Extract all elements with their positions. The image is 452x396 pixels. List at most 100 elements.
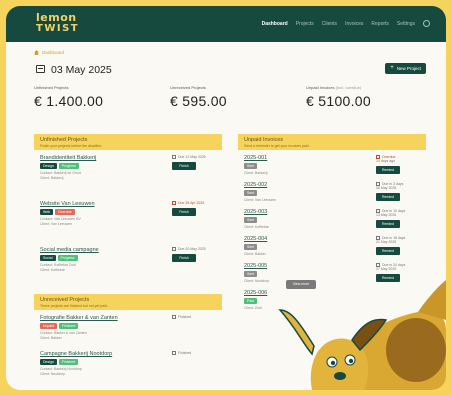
due-label: Finished xyxy=(178,351,192,355)
project-item: Website Van Leeuwen Web Overdue Contact:… xyxy=(34,201,222,247)
panel-header: Unfinished Projects Finish your projects… xyxy=(34,134,222,150)
brand-line-2: TWIST xyxy=(36,23,80,34)
nav-item-dashboard[interactable]: Dashboard xyxy=(262,21,288,27)
status-badge: Paid xyxy=(244,298,258,304)
due-date: Due 28 Apr 2025 xyxy=(172,201,204,205)
brand-logo[interactable]: lemon TWIST xyxy=(36,12,79,34)
stat-label: Unreceived Projects xyxy=(170,85,206,90)
breadcrumb: Dashboard xyxy=(34,50,424,55)
due-date: Finished xyxy=(172,315,191,319)
panel-subtitle: Finish your projects before the deadline… xyxy=(40,144,103,148)
due-sub: 14 days ago xyxy=(376,159,396,163)
panel-title: Unpaid Invoices xyxy=(244,137,284,143)
stat-unreceived: Unreceived Projects € 595.00 xyxy=(170,85,288,109)
nav-item-settings[interactable]: Settings xyxy=(397,21,415,27)
main-content: Dashboard 03 May 2025 + New Project Unfi… xyxy=(34,50,426,109)
nav-item-reports[interactable]: Reports xyxy=(371,21,389,27)
calendar-icon xyxy=(172,315,176,319)
stat-value: € 595.00 xyxy=(170,93,227,109)
breadcrumb-current[interactable]: Dashboard xyxy=(42,50,64,55)
due-sub: 13 May 2025 xyxy=(376,213,397,217)
project-tag: Design xyxy=(40,163,57,169)
new-project-button[interactable]: + New Project xyxy=(385,63,426,74)
due-label: Due 20 May 2025 xyxy=(178,247,206,251)
status-badge: Sent xyxy=(244,190,258,196)
invoice-side: Overdue 14 days ago Remind xyxy=(376,155,400,174)
invoice-item: 2025-002 Sent Client: Van Leeuwen Due in… xyxy=(238,182,426,209)
project-tag: Design xyxy=(40,359,57,365)
project-tags: Unpaid Finished xyxy=(40,323,216,329)
user-icon[interactable] xyxy=(423,20,430,27)
panel-subtitle: These projects are finished but not yet … xyxy=(40,304,108,308)
project-client: Client: Van Leeuwen xyxy=(40,221,73,226)
project-tag: Social xyxy=(40,255,56,261)
status-badge: Sent xyxy=(244,163,258,169)
status-badge: Overdue xyxy=(55,209,75,215)
project-tag: Web xyxy=(40,209,54,215)
due-date: Due 20 May 2025 xyxy=(172,247,206,251)
remind-button[interactable]: Remind xyxy=(376,193,400,201)
panel-header: Unreceived Projects These projects are f… xyxy=(34,294,222,310)
invoice-side: Due in 10 days 13 May 2025 Remind xyxy=(376,209,405,228)
status-badge: Progress xyxy=(58,163,79,169)
status-badge: Finished xyxy=(59,323,79,329)
stats-row: Unfinished Projects € 1.400.00 Unreceive… xyxy=(34,85,424,109)
nav-item-clients[interactable]: Clients xyxy=(322,21,337,27)
due-label: Due 12 May 2025 xyxy=(178,155,206,159)
due-label: Finished xyxy=(178,315,192,319)
calendar-icon[interactable] xyxy=(36,65,45,73)
project-side: Due 28 Apr 2025 Finish xyxy=(172,201,204,216)
stat-label-main: Unpaid Invoices xyxy=(306,85,335,90)
project-tags: Design Finished xyxy=(40,359,216,365)
project-client: Client: Nootdorp xyxy=(40,371,66,376)
due-label: Due 28 Apr 2025 xyxy=(178,201,205,205)
calendar-icon xyxy=(172,155,176,159)
finish-button[interactable]: Finish xyxy=(172,208,196,216)
status-badge: Sent xyxy=(244,244,258,250)
app-frame: lemon TWIST Dashboard Projects Clients I… xyxy=(6,6,446,390)
project-meta: Contact: Koffiebar Zuid Client: Koffieba… xyxy=(40,263,216,272)
unfinished-projects-panel: Unfinished Projects Finish your projects… xyxy=(34,134,222,293)
stat-label: Unpaid Invoices (Incl. overdue) xyxy=(306,85,424,90)
status-badge: Finished xyxy=(58,359,79,365)
stat-unfinished: Unfinished Projects € 1.400.00 xyxy=(34,85,152,109)
remind-button[interactable]: Remind xyxy=(376,220,400,228)
project-side: Due 12 May 2025 Finish xyxy=(172,155,206,170)
remind-button[interactable]: Remind xyxy=(376,166,400,174)
project-item: Social media campagne Social Progress Co… xyxy=(34,247,222,293)
project-side: Due 20 May 2025 Finish xyxy=(172,247,206,262)
nav-item-invoices[interactable]: Invoices xyxy=(345,21,363,27)
project-item: Brandidentiteit Bakkerij Design Progress… xyxy=(34,155,222,201)
stat-unpaid: Unpaid Invoices (Incl. overdue) € 5100.0… xyxy=(306,85,424,109)
project-item: Campagne Bakkerij Nootdorp Design Finish… xyxy=(34,351,222,387)
status-badge: Sent xyxy=(244,217,258,223)
calendar-icon xyxy=(172,247,176,251)
invoice-item: 2025-003 Sent Client: Koffiebar Due in 1… xyxy=(238,209,426,236)
finish-button[interactable]: Finish xyxy=(172,162,196,170)
project-meta: Contact: Bakkerij de Groot Client: Bakke… xyxy=(40,171,216,180)
stat-label: Unfinished Projects xyxy=(34,85,69,90)
stat-value: € 5100.00 xyxy=(306,93,371,109)
current-date: 03 May 2025 xyxy=(51,64,112,76)
calendar-icon xyxy=(172,351,176,355)
home-icon[interactable] xyxy=(34,50,39,55)
nav-item-projects[interactable]: Projects xyxy=(296,21,314,27)
panel-title: Unreceived Projects xyxy=(40,297,90,303)
stat-label-suffix: (Incl. overdue) xyxy=(335,85,362,90)
panel-subtitle: Send a reminder to get your invoices pai… xyxy=(244,144,310,148)
finish-button[interactable]: Finish xyxy=(172,254,196,262)
due-date: Due 12 May 2025 xyxy=(172,155,206,159)
project-item: Fotografie Bakker & van Zanten Unpaid Fi… xyxy=(34,315,222,351)
project-client: Client: Bakkerij xyxy=(40,175,64,180)
status-badge: Progress xyxy=(57,255,78,261)
due-date: Finished xyxy=(172,351,191,355)
project-meta: Contact: Van Leeuwen BV Client: Van Leeu… xyxy=(40,217,216,226)
project-client: Client: Koffiebar xyxy=(40,267,65,272)
main-nav: Dashboard Projects Clients Invoices Repo… xyxy=(262,20,430,27)
dog-mascot-illustration xyxy=(278,280,446,390)
brand-line-1: lemon xyxy=(36,11,77,24)
panel-title: Unfinished Projects xyxy=(40,137,88,143)
date-row: 03 May 2025 + New Project xyxy=(34,63,426,77)
invoice-item: 2025-001 Sent Client: Bakkerij Overdue 1… xyxy=(238,155,426,182)
new-project-label: New Project xyxy=(396,66,421,71)
